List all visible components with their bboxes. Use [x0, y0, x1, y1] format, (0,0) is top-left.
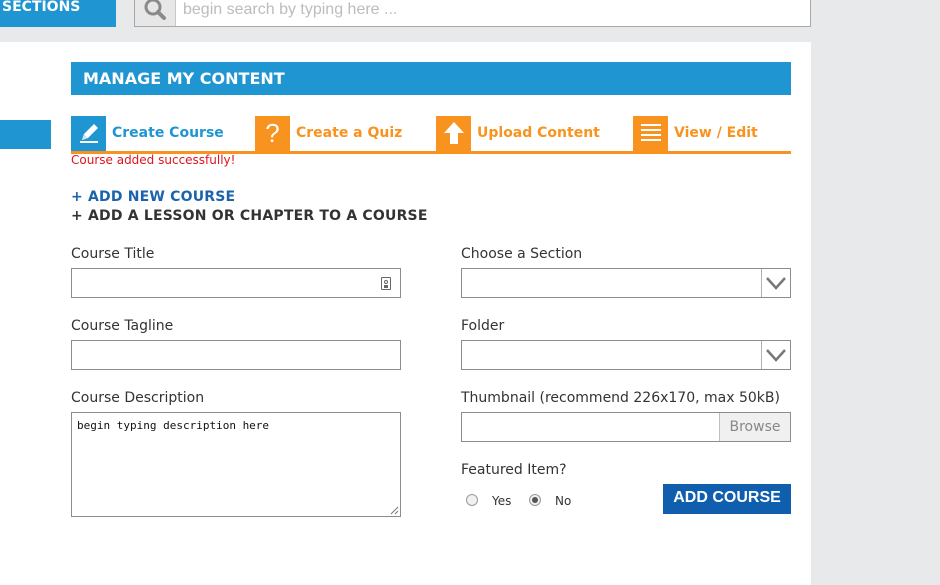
- search-icon[interactable]: [135, 0, 176, 26]
- course-tagline-input[interactable]: [72, 341, 400, 369]
- search-input[interactable]: [183, 0, 793, 20]
- featured-no-label: No: [555, 494, 572, 508]
- tab-label: Create Course: [112, 125, 224, 141]
- featured-yes-label: Yes: [492, 494, 512, 508]
- course-description-textarea[interactable]: begin typing description here: [71, 412, 401, 517]
- resize-handle-icon[interactable]: [390, 506, 399, 515]
- sections-button[interactable]: SECTIONS: [0, 0, 116, 27]
- choose-section-select[interactable]: [461, 268, 791, 298]
- featured-no-radio[interactable]: [529, 494, 541, 506]
- browse-button[interactable]: Browse: [719, 413, 790, 441]
- course-tagline-field[interactable]: [71, 340, 401, 370]
- course-title-field[interactable]: [71, 268, 401, 298]
- course-title-label: Course Title: [71, 246, 155, 262]
- course-tagline-label: Course Tagline: [71, 318, 174, 334]
- course-description-text: begin typing description here: [77, 419, 270, 432]
- chevron-down-icon[interactable]: [761, 269, 790, 297]
- list-icon: [633, 115, 668, 151]
- upload-arrow-icon: [436, 115, 471, 151]
- course-description-label: Course Description: [71, 390, 205, 406]
- page-title: MANAGE MY CONTENT: [71, 62, 791, 95]
- tab-view-edit[interactable]: View / Edit: [633, 115, 758, 151]
- add-course-button[interactable]: ADD COURSE: [663, 484, 791, 514]
- chevron-down-icon[interactable]: [761, 341, 790, 369]
- add-lesson-link[interactable]: + ADD A LESSON OR CHAPTER TO A COURSE: [71, 208, 428, 224]
- tab-label: Create a Quiz: [296, 125, 403, 141]
- add-new-course-link[interactable]: + ADD NEW COURSE: [71, 189, 235, 205]
- tab-create-course[interactable]: Create Course: [71, 115, 224, 151]
- folder-label: Folder: [461, 318, 505, 334]
- top-bar: SECTIONS: [0, 0, 940, 42]
- pencil-icon: [71, 115, 106, 151]
- course-title-input[interactable]: [72, 269, 400, 297]
- sidebar-tab[interactable]: [0, 120, 51, 149]
- autofill-icon: [381, 277, 391, 290]
- tab-create-quiz[interactable]: ? Create a Quiz: [255, 115, 402, 151]
- featured-yes-radio[interactable]: [466, 494, 478, 506]
- question-icon: ?: [255, 115, 290, 151]
- folder-select[interactable]: [461, 340, 791, 370]
- status-message: Course added successfully!: [71, 153, 236, 167]
- tab-label: View / Edit: [674, 125, 758, 141]
- featured-item-label: Featured Item?: [461, 462, 567, 478]
- thumbnail-label: Thumbnail (recommend 226x170, max 50kB): [461, 390, 780, 406]
- search-bar: [134, 0, 811, 27]
- thumbnail-file-input[interactable]: Browse: [461, 412, 791, 442]
- choose-section-label: Choose a Section: [461, 246, 583, 262]
- tab-upload-content[interactable]: Upload Content: [436, 115, 600, 151]
- tab-label: Upload Content: [477, 125, 600, 141]
- content-tabs: Create Course ? Create a Quiz Upload Con…: [71, 115, 791, 154]
